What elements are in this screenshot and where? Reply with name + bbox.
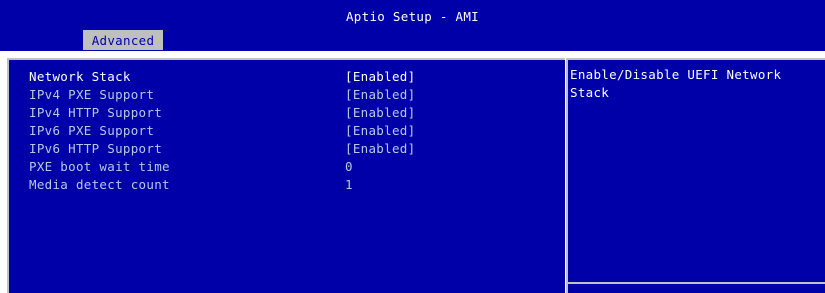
setting-label: IPv6 PXE Support	[29, 123, 155, 138]
setting-value[interactable]: 0	[345, 158, 353, 176]
setting-label: Media detect count	[29, 177, 170, 192]
help-text: Enable/Disable UEFI Network Stack	[570, 67, 782, 100]
main-area: Network Stack [Enabled] IPv4 PXE Support…	[0, 51, 825, 293]
setting-label: PXE boot wait time	[29, 159, 170, 174]
setting-value[interactable]: [Enabled]	[345, 104, 415, 122]
setting-row-pxe-boot-wait-time[interactable]: PXE boot wait time 0	[9, 158, 565, 176]
setting-value[interactable]: [Enabled]	[345, 122, 415, 140]
setting-value[interactable]: [Enabled]	[345, 86, 415, 104]
setting-row-ipv4-pxe-support[interactable]: IPv4 PXE Support [Enabled]	[9, 86, 565, 104]
header-bar: Aptio Setup - AMI Advanced	[0, 0, 825, 51]
app-title: Aptio Setup - AMI	[345, 9, 480, 24]
help-panel: Enable/Disable UEFI Network Stack	[566, 58, 825, 293]
setting-value[interactable]: [Enabled]	[345, 140, 415, 158]
bios-setup-screen: Aptio Setup - AMI Advanced Network Stack…	[0, 0, 825, 293]
setting-label: IPv4 HTTP Support	[29, 105, 163, 120]
setting-row-ipv6-http-support[interactable]: IPv6 HTTP Support [Enabled]	[9, 140, 565, 158]
settings-panel: Network Stack [Enabled] IPv4 PXE Support…	[7, 58, 565, 293]
setting-label: IPv4 PXE Support	[29, 87, 155, 102]
setting-label: Network Stack	[29, 69, 131, 84]
setting-row-media-detect-count[interactable]: Media detect count 1	[9, 176, 565, 194]
setting-value[interactable]: [Enabled]	[345, 68, 415, 86]
setting-row-network-stack[interactable]: Network Stack [Enabled]	[9, 68, 565, 86]
tab-advanced[interactable]: Advanced	[83, 30, 163, 50]
setting-row-ipv6-pxe-support[interactable]: IPv6 PXE Support [Enabled]	[9, 122, 565, 140]
help-divider	[568, 282, 825, 284]
setting-row-ipv4-http-support[interactable]: IPv4 HTTP Support [Enabled]	[9, 104, 565, 122]
setting-value[interactable]: 1	[345, 176, 353, 194]
setting-label: IPv6 HTTP Support	[29, 141, 163, 156]
